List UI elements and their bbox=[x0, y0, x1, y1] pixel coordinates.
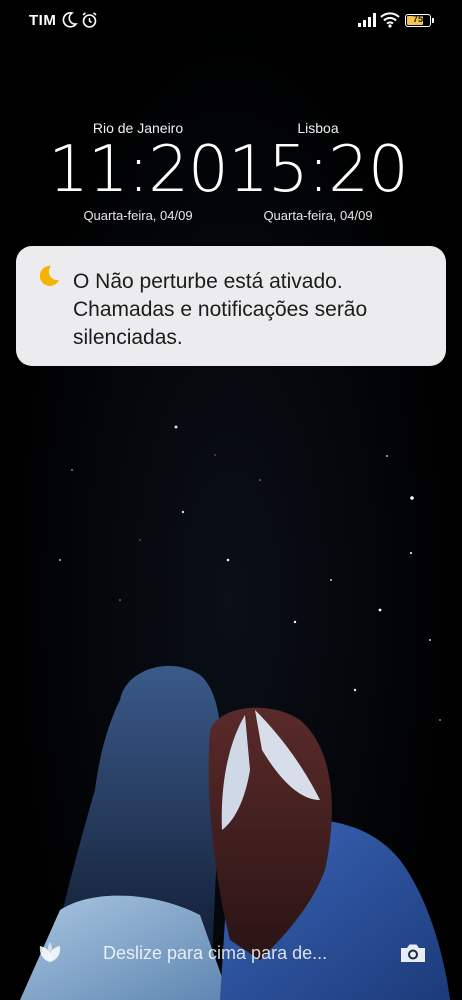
clock-lisboa[interactable]: Lisboa 15:20 Quarta-feira, 04/09 bbox=[228, 120, 408, 223]
signal-icon bbox=[358, 13, 376, 27]
clock-date: Quarta-feira, 04/09 bbox=[83, 208, 193, 223]
leaf-icon[interactable] bbox=[37, 940, 63, 964]
moon-icon bbox=[39, 265, 59, 286]
dnd-notification-text: O Não perturbe está ativado. Chamadas e … bbox=[73, 270, 368, 349]
wifi-icon bbox=[380, 12, 400, 28]
swipe-up-hint[interactable]: Deslize para cima para de... bbox=[103, 943, 327, 964]
carrier-label: TIM bbox=[29, 12, 57, 29]
battery-tip bbox=[432, 18, 434, 23]
clock-rio[interactable]: Rio de Janeiro 11:20 Quarta-feira, 04/09 bbox=[48, 120, 228, 223]
alarm-icon bbox=[82, 12, 97, 28]
clock-time: 15:20 bbox=[228, 133, 408, 207]
battery-icon: 75 bbox=[405, 14, 431, 27]
moon-icon bbox=[62, 12, 78, 28]
status-bar: TIM 75 bbox=[0, 0, 462, 42]
camera-icon[interactable] bbox=[399, 941, 427, 965]
clock-date: Quarta-feira, 04/09 bbox=[263, 208, 373, 223]
battery-level: 75 bbox=[412, 14, 423, 24]
clock-time: 11:20 bbox=[48, 133, 228, 207]
